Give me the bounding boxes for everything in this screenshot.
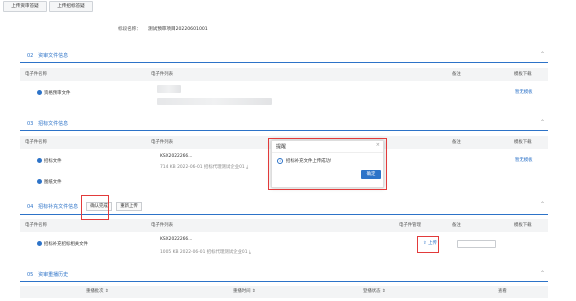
table-header: 重播批次 ⇕ 重播时间 ⇕ 登播状态 ⇕ 查看	[20, 286, 548, 298]
info-icon	[37, 179, 42, 184]
highlight-confirm-button	[81, 195, 109, 220]
highlight-dialog	[268, 138, 387, 190]
col-view: 查看	[498, 289, 507, 294]
col-file-name: 电子件名称	[25, 72, 47, 77]
info-icon	[37, 158, 42, 163]
col-file-name: 电子件名称	[25, 140, 47, 145]
col-batch[interactable]: 重播批次 ⇕	[86, 289, 109, 294]
file-name-cell: 资格预审文件	[37, 90, 70, 96]
section-header[interactable]: 02 资审文件信息 ⌃	[20, 49, 548, 63]
page: 上传资审答疑 上传招标答疑 标段名称： 测试预审项目20220601001 02…	[0, 0, 576, 301]
col-file-name: 电子件名称	[25, 223, 47, 228]
col-template: 模板下载	[514, 140, 532, 145]
section-title: 05 资审重播历史	[27, 272, 69, 278]
chevron-up-icon[interactable]: ⌃	[540, 270, 545, 277]
section-prequal-files: 02 资审文件信息 ⌃ 电子件名称 电子件列表 备注 模板下载 资格预审文件 暂…	[20, 49, 548, 111]
col-file-list: 电子件列表	[151, 72, 173, 77]
section-title: 03 招标文件信息	[27, 121, 69, 127]
table-header: 电子件名称 电子件列表 备注 模板下载	[20, 68, 548, 81]
file-code[interactable]: KSX2022266...	[160, 154, 192, 159]
project-name-value: 测试预审项目20220601001	[148, 27, 208, 32]
info-icon	[37, 241, 42, 246]
chevron-up-icon[interactable]: ⌃	[540, 51, 545, 58]
info-icon	[37, 90, 42, 95]
section-history: 05 资审重播历史 ⌃ 重播批次 ⇕ 重播时间 ⇕ 登播状态 ⇕ 查看	[20, 268, 548, 298]
chevron-up-icon[interactable]: ⌃	[540, 201, 545, 208]
table-header: 电子件名称 电子件列表 电子件管理 备注 模板下载	[20, 219, 548, 232]
project-name-row: 标段名称： 测试预审项目20220601001	[0, 22, 576, 38]
file-meta: 1005 KB 2022-06-01 招标代理测试企业01 ⤓	[160, 250, 251, 255]
col-file-list: 电子件列表	[151, 140, 173, 145]
upload-prequal-qa-button[interactable]: 上传资审答疑	[3, 1, 47, 12]
chevron-up-icon[interactable]: ⌃	[540, 119, 545, 126]
download-icon[interactable]: ⤓	[246, 165, 248, 170]
file-name-cell: 招标文件	[37, 158, 62, 164]
template-link[interactable]: 暂无模板	[515, 90, 533, 95]
upload-tender-qa-button[interactable]: 上传招标答疑	[49, 1, 93, 12]
col-remark: 备注	[452, 223, 461, 228]
remark-input[interactable]	[457, 240, 496, 248]
section-header[interactable]: 05 资审重播历史 ⌃	[20, 268, 548, 282]
table-row: 招标补充招标相关文件 KSX2022266... 1005 KB 2022-06…	[20, 232, 548, 262]
file-name-cell: 图纸文件	[37, 179, 62, 185]
template-link[interactable]: 暂无模板	[515, 158, 533, 163]
col-time[interactable]: 重播时间 ⇕	[233, 289, 256, 294]
col-file-manage: 电子件管理	[399, 223, 421, 228]
blurred-file-code	[157, 85, 181, 93]
highlight-upload-button	[417, 236, 439, 253]
col-remark: 备注	[452, 72, 461, 77]
col-remark: 备注	[452, 140, 461, 145]
project-name-label: 标段名称：	[118, 27, 141, 32]
section-title: 02 资审文件信息	[27, 53, 69, 59]
file-code[interactable]: KSX2022266...	[160, 237, 192, 242]
reupload-button[interactable]: 重新上传	[116, 202, 142, 211]
col-status[interactable]: 登播状态 ⇕	[363, 289, 386, 294]
file-meta: 714 KB 2022-06-01 招标代理测试企业01 ⤓	[160, 165, 249, 170]
table-row: 资格预审文件 暂无模板	[20, 81, 548, 111]
top-toolbar: 上传资审答疑 上传招标答疑	[0, 0, 576, 14]
section-title: 04 招标补充文件信息	[27, 204, 79, 210]
col-template: 模板下载	[514, 223, 532, 228]
blurred-file-meta	[157, 98, 272, 105]
file-name-cell: 招标补充招标相关文件	[37, 241, 88, 247]
section-header[interactable]: 03 招标文件信息 ⌃	[20, 117, 548, 131]
col-template: 模板下载	[514, 72, 532, 77]
download-icon[interactable]: ⤓	[249, 250, 251, 255]
col-file-list: 电子件列表	[151, 223, 173, 228]
